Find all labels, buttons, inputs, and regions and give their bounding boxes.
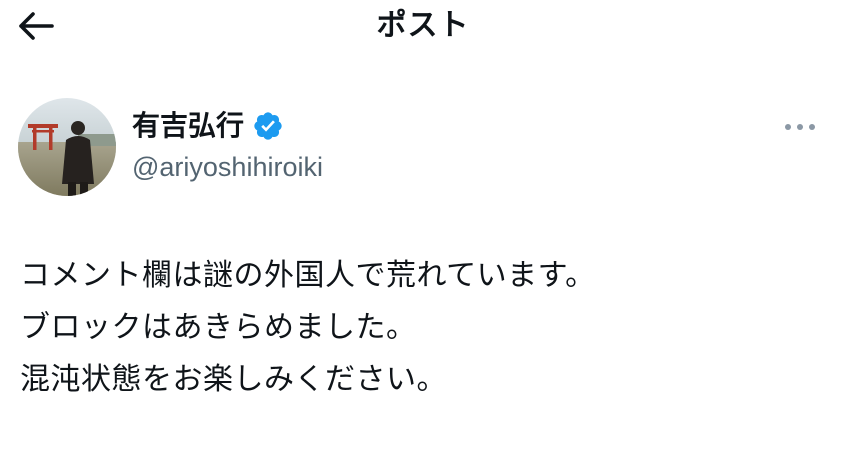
user-handle[interactable]: @ariyoshihiroiki [132,150,323,184]
verified-badge-icon[interactable] [252,110,284,142]
more-dot [809,124,815,130]
post-text: コメント欄は謎の外国人で荒れています。 ブロックはあきらめました。 混沌状態をお… [20,250,820,406]
display-name-row: 有吉弘行 [132,108,284,144]
avatar[interactable] [18,98,116,196]
more-options-button[interactable] [772,112,828,142]
display-name[interactable]: 有吉弘行 [132,108,244,144]
post-text-line: 混沌状態をお楽しみください。 [20,362,447,397]
profile-photo [18,98,116,196]
more-dots-icon [785,124,791,130]
top-bar: ポスト [0,0,846,56]
post-author: 有吉弘行 @ariyoshihiroiki [18,98,828,198]
post-text-line: ブロックはあきらめました。 [20,310,417,345]
post-text-line: コメント欄は謎の外国人で荒れています。 [20,258,596,293]
page-title: ポスト [376,8,470,43]
more-dot [797,124,803,130]
